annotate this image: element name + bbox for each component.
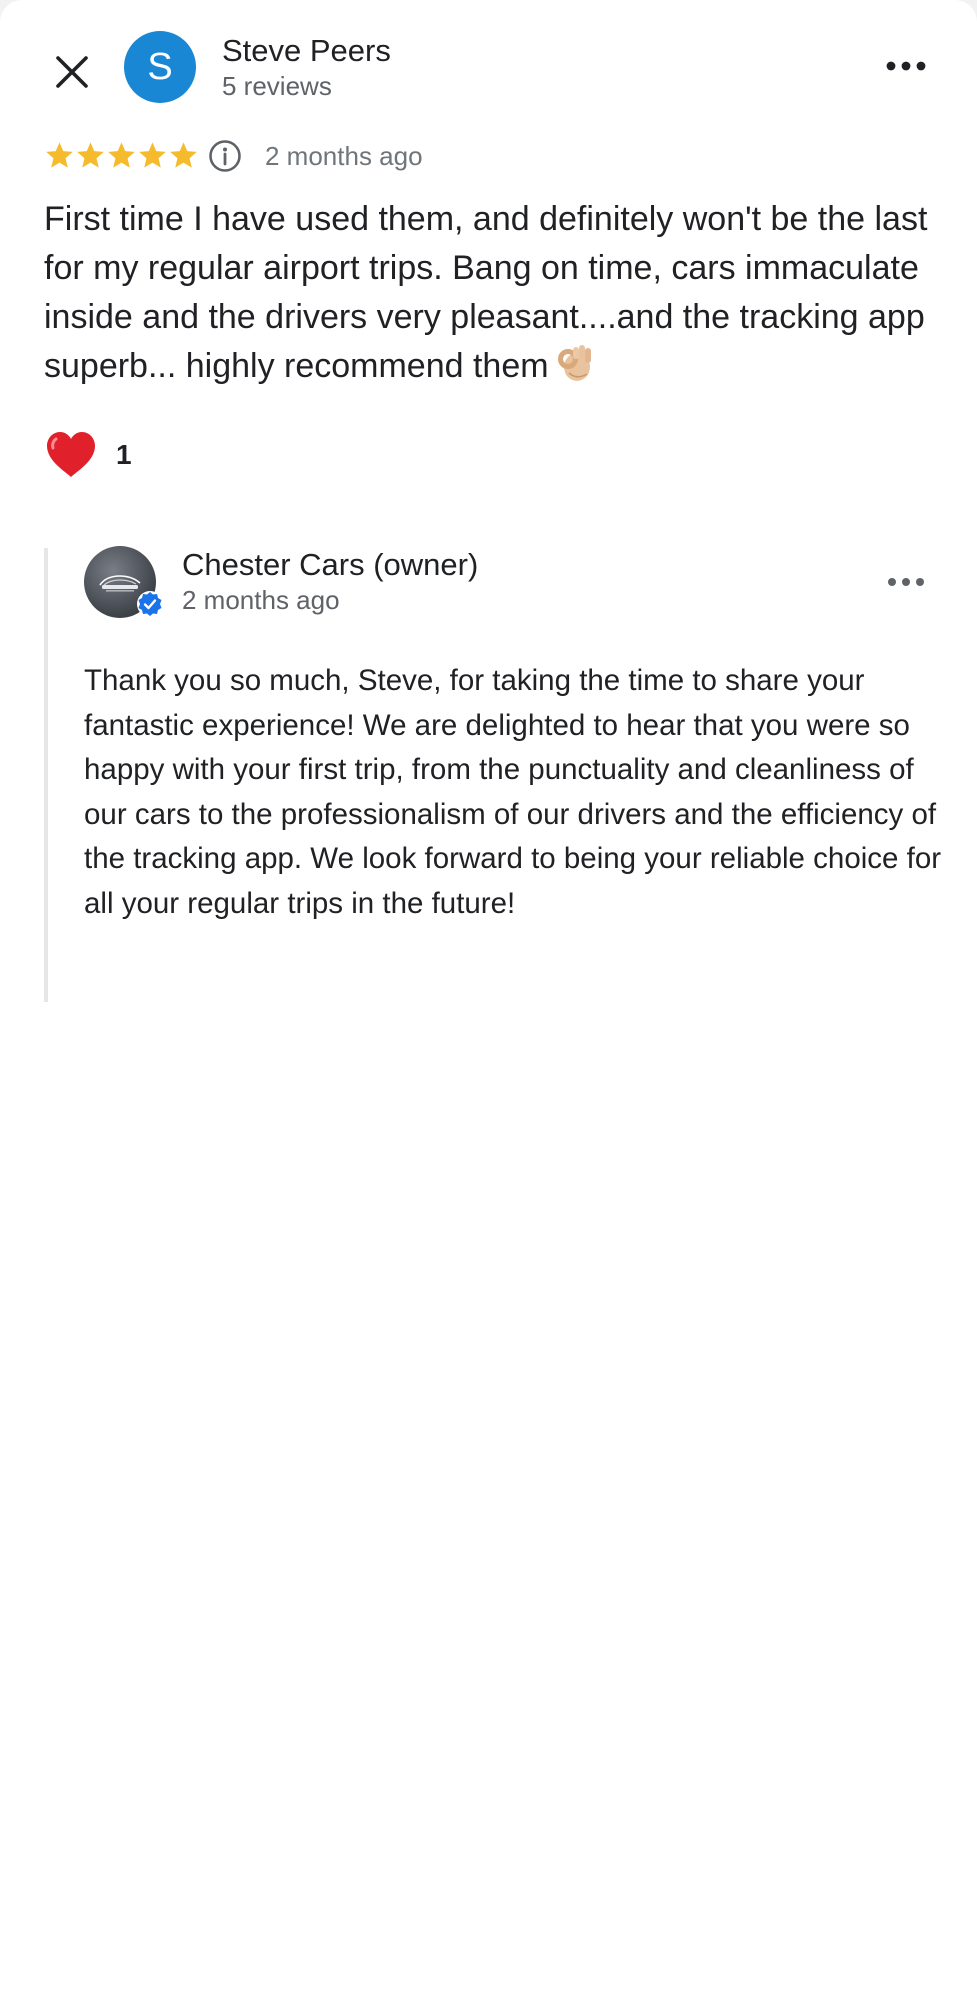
review-detail-sheet: S Steve Peers 5 reviews 2 months ago Fir… [0,0,977,2000]
reviewer-review-count[interactable]: 5 reviews [222,70,332,102]
ok-hand-emoji-icon [557,345,591,381]
star-icon [108,142,135,168]
review-date: 2 months ago [265,141,423,171]
reaction-button[interactable]: 1 [44,430,132,480]
avatar-letter: S [147,45,173,88]
star-icon [46,142,73,168]
star-rating [44,140,199,171]
verified-badge-icon [137,591,163,617]
reaction-count: 1 [116,439,132,470]
owner-name[interactable]: Chester Cars (owner) [182,546,478,584]
close-icon [56,56,88,88]
owner-reply-date: 2 months ago [182,585,340,615]
reviewer-name[interactable]: Steve Peers [222,32,391,70]
review-text-body: First time I have used them, and definit… [44,200,928,385]
review-text: First time I have used them, and definit… [44,195,944,391]
more-horizontal-icon [888,578,924,586]
star-icon [77,142,104,168]
reviewer-avatar[interactable]: S [124,31,196,103]
star-icon [139,142,166,168]
star-icon [170,142,197,168]
more-horizontal-icon [886,61,926,71]
more-options-button[interactable] [876,46,936,86]
info-icon[interactable] [208,139,242,173]
owner-reply-more-options-button[interactable] [876,566,936,598]
reply-divider [44,548,48,1002]
heart-icon [47,432,95,477]
close-button[interactable] [44,44,100,100]
owner-reply-text: Thank you so much, Steve, for taking the… [84,664,942,920]
